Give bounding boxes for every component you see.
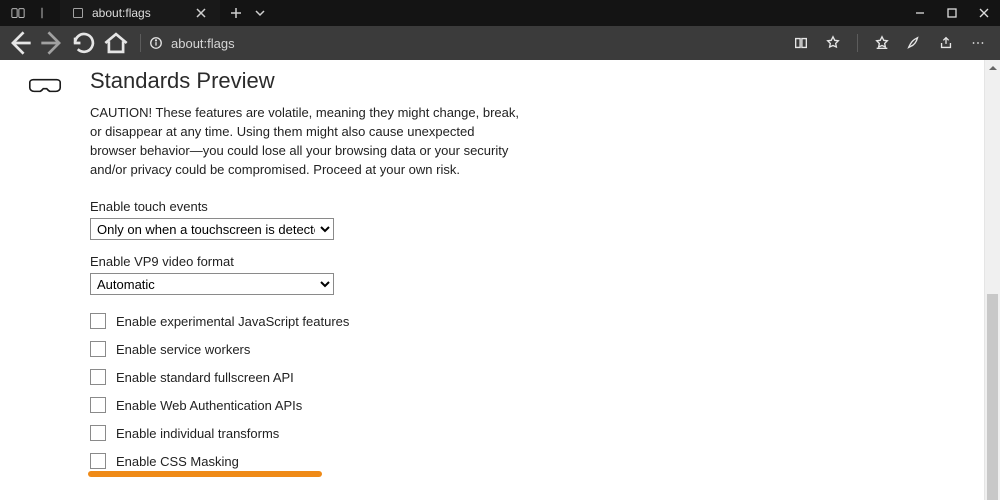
close-window-button[interactable] xyxy=(968,0,1000,26)
minimize-button[interactable] xyxy=(904,0,936,26)
page-viewport: Standards Preview CAUTION! These feature… xyxy=(0,60,1000,500)
caution-text: CAUTION! These features are volatile, me… xyxy=(90,104,520,179)
home-icon xyxy=(100,27,132,59)
title-bar-icons xyxy=(0,0,60,26)
back-button[interactable] xyxy=(4,26,36,60)
page-content: Standards Preview CAUTION! These feature… xyxy=(0,60,1000,481)
more-icon xyxy=(970,35,986,51)
more-button[interactable] xyxy=(962,26,994,60)
sidebar-divider-icon xyxy=(35,6,49,20)
notes-button[interactable] xyxy=(898,26,930,60)
new-tab-icon[interactable] xyxy=(230,7,242,19)
touch-events-select[interactable]: Only on when a touchscreen is detected xyxy=(90,218,334,240)
flag-checkbox[interactable] xyxy=(90,341,106,357)
flag-label: Enable standard fullscreen API xyxy=(116,370,294,385)
flag-label: Enable Web Authentication APIs xyxy=(116,398,302,413)
refresh-icon xyxy=(68,27,100,59)
separator xyxy=(140,34,141,52)
maximize-icon xyxy=(947,8,957,18)
flag-label: Enable service workers xyxy=(116,342,250,357)
preview-icon xyxy=(0,68,90,481)
favorites-button[interactable] xyxy=(817,26,849,60)
favorites-list-button[interactable] xyxy=(866,26,898,60)
star-icon xyxy=(825,35,841,51)
share-icon xyxy=(938,35,954,51)
home-button[interactable] xyxy=(100,26,132,60)
arrow-left-icon xyxy=(4,27,36,59)
window-controls xyxy=(904,0,1000,26)
flag-label: Enable experimental JavaScript features xyxy=(116,314,349,329)
settings-section: Standards Preview CAUTION! These feature… xyxy=(90,68,520,481)
info-icon[interactable] xyxy=(149,36,163,50)
goggles-icon xyxy=(28,76,62,96)
touch-events-label: Enable touch events xyxy=(90,199,520,214)
tab-bar: about:flags xyxy=(0,0,1000,26)
flags-list: Enable experimental JavaScript features … xyxy=(90,313,520,469)
reading-view-icon xyxy=(793,35,809,51)
vp9-field: Enable VP9 video format Automatic xyxy=(90,254,520,295)
close-icon xyxy=(979,8,989,18)
flag-checkbox[interactable] xyxy=(90,397,106,413)
arrow-right-icon xyxy=(36,27,68,59)
flag-checkbox[interactable] xyxy=(90,453,106,469)
browser-tab[interactable]: about:flags xyxy=(60,0,220,26)
vp9-label: Enable VP9 video format xyxy=(90,254,520,269)
sidebar-panel-icon[interactable] xyxy=(11,6,25,20)
flag-individual-transforms: Enable individual transforms xyxy=(90,425,520,441)
flag-fullscreen-api: Enable standard fullscreen API xyxy=(90,369,520,385)
highlight-underline xyxy=(88,471,322,477)
close-icon xyxy=(196,8,206,18)
scrollbar-thumb[interactable] xyxy=(987,294,998,500)
flag-label: Enable CSS Masking xyxy=(116,454,239,469)
page-title: Standards Preview xyxy=(90,68,520,94)
flag-checkbox[interactable] xyxy=(90,369,106,385)
vertical-scrollbar[interactable] xyxy=(984,60,1000,500)
browser-toolbar: about:flags xyxy=(0,26,1000,60)
maximize-button[interactable] xyxy=(936,0,968,26)
toolbar-right xyxy=(785,26,994,60)
flag-checkbox[interactable] xyxy=(90,425,106,441)
close-tab-button[interactable] xyxy=(194,6,208,20)
address-bar[interactable]: about:flags xyxy=(149,36,235,51)
share-button[interactable] xyxy=(930,26,962,60)
vp9-select[interactable]: Automatic xyxy=(90,273,334,295)
flag-label: Enable individual transforms xyxy=(116,426,279,441)
url-text: about:flags xyxy=(171,36,235,51)
reading-view-button[interactable] xyxy=(785,26,817,60)
tab-title: about:flags xyxy=(92,6,151,20)
refresh-button[interactable] xyxy=(68,26,100,60)
forward-button[interactable] xyxy=(36,26,68,60)
flag-css-masking: Enable CSS Masking xyxy=(90,453,520,469)
page-icon xyxy=(72,7,84,19)
flag-service-workers: Enable service workers xyxy=(90,341,520,357)
minimize-icon xyxy=(915,8,925,18)
pen-icon xyxy=(906,35,922,51)
separator xyxy=(857,34,858,52)
flag-experimental-js: Enable experimental JavaScript features xyxy=(90,313,520,329)
flag-checkbox[interactable] xyxy=(90,313,106,329)
chevron-down-icon[interactable] xyxy=(254,7,266,19)
chevron-up-icon xyxy=(989,64,997,72)
flag-web-authentication: Enable Web Authentication APIs xyxy=(90,397,520,413)
touch-events-field: Enable touch events Only on when a touch… xyxy=(90,199,520,240)
favorites-list-icon xyxy=(874,35,890,51)
tab-actions xyxy=(220,0,276,26)
scroll-up-button[interactable] xyxy=(985,60,1000,76)
